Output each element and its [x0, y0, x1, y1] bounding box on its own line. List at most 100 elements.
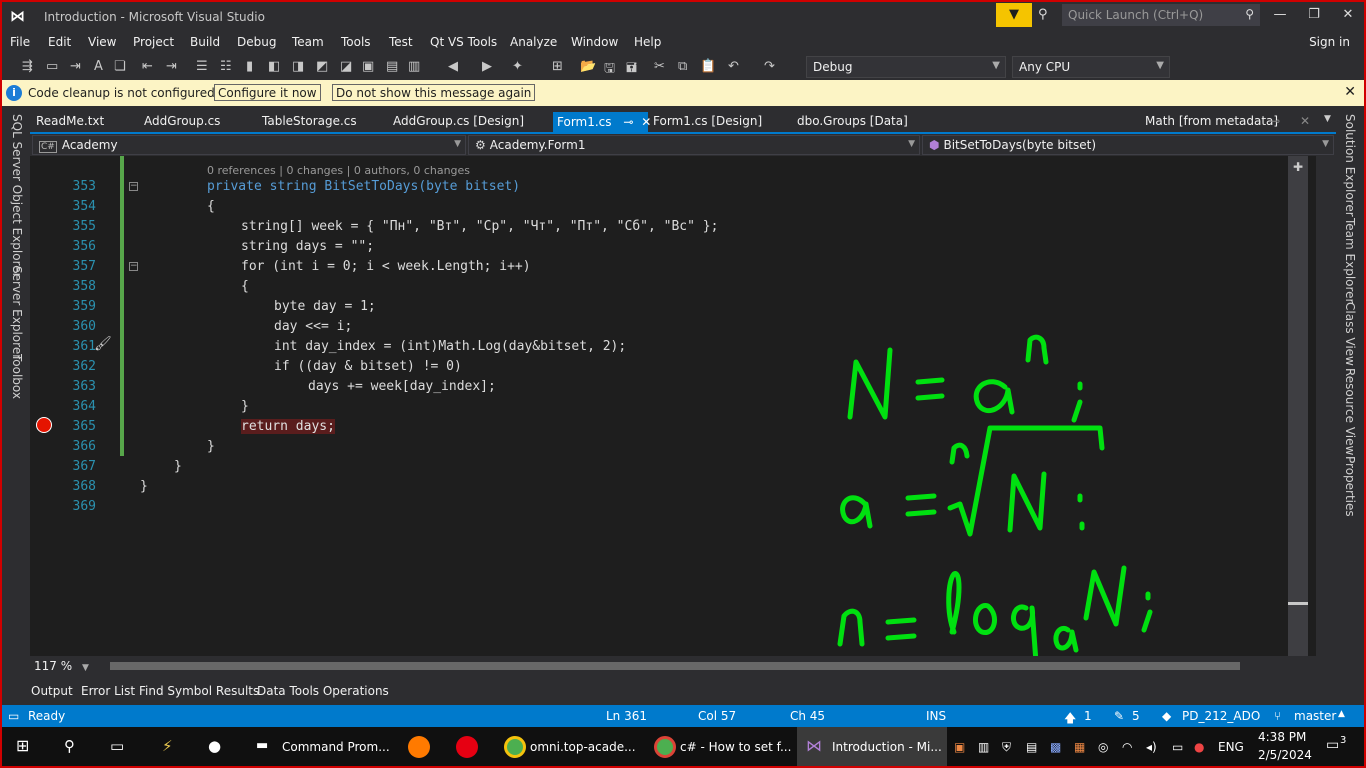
- tab-tablestorage-cs[interactable]: TableStorage.cs: [262, 114, 357, 128]
- clock-date[interactable]: 2/5/2024: [1258, 748, 1312, 762]
- sql-server-object-explorer-tab[interactable]: SQL Server Object Explorer: [10, 114, 24, 278]
- copy-format-icon[interactable]: ❏: [114, 59, 126, 74]
- battery-icon[interactable]: ▭: [1172, 740, 1183, 754]
- code-editor[interactable]: 🖌 − − 353 354 355 356 357 358 359 360 36…: [30, 156, 1316, 673]
- tray-icon[interactable]: ▦: [1074, 740, 1085, 754]
- visual-studio-icon[interactable]: ⋈: [806, 736, 822, 755]
- pencil-icon[interactable]: ✎: [1114, 709, 1124, 723]
- tab-data-tools-operations[interactable]: Data Tools Operations: [257, 684, 389, 698]
- solution-configuration-select[interactable]: Debug ▼: [806, 56, 1006, 78]
- bookmark-folder-icon[interactable]: ◩: [316, 59, 328, 74]
- menu-test[interactable]: Test: [389, 35, 413, 49]
- chrome-icon[interactable]: [504, 736, 526, 758]
- menu-help[interactable]: Help: [634, 35, 661, 49]
- task-view-icon[interactable]: ▭: [110, 737, 124, 755]
- language-indicator[interactable]: ENG: [1218, 740, 1244, 754]
- vertical-scrollbar[interactable]: ✚: [1288, 156, 1308, 656]
- minimize-button[interactable]: —: [1270, 7, 1290, 23]
- repository-name[interactable]: PD_212_ADO: [1182, 709, 1260, 723]
- menu-project[interactable]: Project: [133, 35, 174, 49]
- notification-icon[interactable]: ▭: [1326, 737, 1339, 753]
- menu-view[interactable]: View: [88, 35, 116, 49]
- open-folder-icon[interactable]: 📂: [580, 59, 596, 74]
- redo-icon[interactable]: ↷: [764, 59, 775, 74]
- navigate-forward-icon[interactable]: ▶: [482, 59, 492, 74]
- bookmark-prev-icon[interactable]: ◧: [268, 59, 280, 74]
- feedback-icon[interactable]: ▼: [996, 3, 1032, 27]
- list-icon[interactable]: ☰: [196, 59, 208, 74]
- app-icon[interactable]: ●: [208, 737, 221, 755]
- app-icon[interactable]: ⚡: [162, 737, 173, 755]
- tray-icon[interactable]: ▥: [978, 740, 989, 754]
- font-icon[interactable]: A: [94, 59, 103, 74]
- menu-edit[interactable]: Edit: [48, 35, 71, 49]
- tab-error-list[interactable]: Error List: [81, 684, 135, 698]
- wifi-icon[interactable]: ◠: [1122, 740, 1132, 754]
- tab-math-metadata[interactable]: Math [from metadata]: [1145, 114, 1278, 128]
- collapse-icon[interactable]: −: [129, 182, 138, 191]
- tab-addgroup-design[interactable]: AddGroup.cs [Design]: [393, 114, 524, 128]
- quick-launch-input[interactable]: Quick Launch (Ctrl+Q) ⚲: [1062, 4, 1260, 26]
- indent-icon[interactable]: ⇥: [70, 59, 81, 74]
- bookmark-toggle-icon[interactable]: ▥: [408, 59, 420, 74]
- taskbar-chrome-omni[interactable]: omni.top-acade...: [530, 740, 636, 754]
- indent-right-icon[interactable]: ⇥: [166, 59, 177, 74]
- volume-icon[interactable]: ◂): [1146, 740, 1157, 754]
- pending-changes-count[interactable]: 5: [1132, 709, 1140, 723]
- copy-icon[interactable]: ⧉: [678, 59, 687, 74]
- save-icon[interactable]: 🖫: [604, 59, 615, 81]
- save-all-icon[interactable]: 🖬: [626, 59, 637, 81]
- repo-icon[interactable]: ◆: [1162, 709, 1171, 723]
- menu-file[interactable]: File: [10, 35, 30, 49]
- split-icon[interactable]: ✚: [1293, 160, 1303, 174]
- bookmark-clear-icon[interactable]: ◪: [340, 59, 352, 74]
- bookmark-file-icon[interactable]: ▣: [362, 59, 374, 74]
- class-view-tab[interactable]: Class View: [1343, 302, 1357, 366]
- menu-build[interactable]: Build: [190, 35, 220, 49]
- tray-icon[interactable]: ◎: [1098, 740, 1108, 754]
- solution-explorer-tab[interactable]: Solution Explorer: [1343, 114, 1357, 217]
- menu-window[interactable]: Window: [571, 35, 618, 49]
- comment-out-icon[interactable]: ☷: [220, 59, 232, 74]
- taskbar-chrome-stackoverflow[interactable]: c# - How to set f...: [680, 740, 791, 754]
- terminal-icon[interactable]: ▬: [256, 738, 268, 753]
- undo-icon[interactable]: ↶: [728, 59, 739, 74]
- pin-icon[interactable]: ⊸: [1270, 114, 1280, 128]
- zoom-select[interactable]: 117 % ▼: [34, 659, 89, 673]
- new-project-icon[interactable]: ✦: [512, 59, 523, 74]
- sign-in-link[interactable]: Sign in: [1309, 35, 1350, 49]
- tray-icon[interactable]: ▩: [1050, 740, 1061, 754]
- tab-form1-cs[interactable]: Form1.cs ⊸ ✕: [553, 112, 651, 134]
- server-explorer-tab[interactable]: Server Explorer: [10, 266, 24, 359]
- tray-icon[interactable]: ▤: [1026, 740, 1037, 754]
- tab-form1-design[interactable]: Form1.cs [Design]: [653, 114, 762, 128]
- restore-button[interactable]: ❐: [1304, 7, 1324, 23]
- taskbar-visual-studio[interactable]: Introduction - Mi...: [832, 740, 942, 754]
- comment-icon[interactable]: ▭: [46, 59, 58, 74]
- bookmark-list-icon[interactable]: ▤: [386, 59, 398, 74]
- bookmark-next-icon[interactable]: ◨: [292, 59, 304, 74]
- branch-icon[interactable]: ⑂: [1274, 709, 1281, 723]
- team-explorer-tab[interactable]: Team Explorer: [1343, 218, 1357, 304]
- member-select[interactable]: ⬢ BitSetToDays(byte bitset) ▼: [922, 135, 1334, 155]
- close-tab-icon[interactable]: ✕: [641, 115, 651, 129]
- project-select[interactable]: C# Academy ▼: [32, 135, 466, 155]
- format-icon[interactable]: ⇶: [22, 59, 33, 74]
- menu-tools[interactable]: Tools: [341, 35, 371, 49]
- bookmark-icon[interactable]: ▮: [246, 59, 253, 74]
- collapse-icon[interactable]: −: [129, 262, 138, 271]
- tab-dbo-groups[interactable]: dbo.Groups [Data]: [797, 114, 908, 128]
- resource-view-tab[interactable]: Resource View: [1343, 368, 1357, 455]
- tray-icon[interactable]: ▣: [954, 740, 965, 754]
- menu-qt-vs-tools[interactable]: Qt VS Tools: [430, 35, 497, 49]
- branch-name[interactable]: master: [1294, 709, 1336, 723]
- outdent-icon[interactable]: ⇤: [142, 59, 153, 74]
- shield-icon[interactable]: ⛨: [1002, 740, 1011, 755]
- tab-output[interactable]: Output: [31, 684, 73, 698]
- opera-icon[interactable]: [456, 736, 478, 758]
- chevron-down-icon[interactable]: ▼: [1324, 114, 1331, 124]
- unpushed-count[interactable]: 1: [1084, 709, 1092, 723]
- navigate-back-icon[interactable]: ◀: [448, 59, 458, 74]
- horizontal-scrollbar-thumb[interactable]: [110, 662, 1240, 670]
- tab-readme[interactable]: ReadMe.txt: [36, 114, 104, 128]
